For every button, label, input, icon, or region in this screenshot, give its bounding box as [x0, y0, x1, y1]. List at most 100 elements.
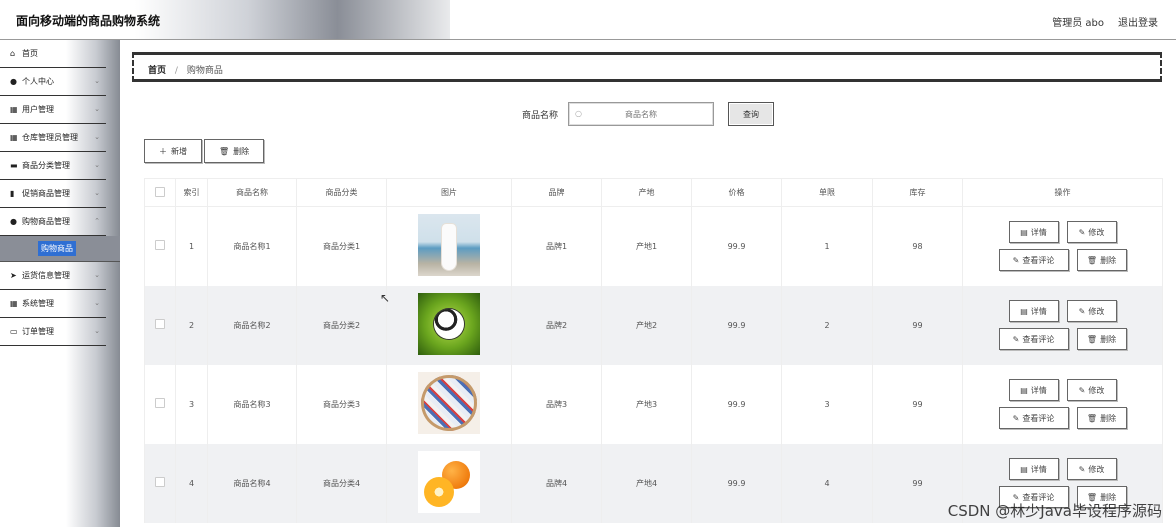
detail-button[interactable]: ▤ 详情 — [1008, 458, 1059, 480]
cell-brand: 品牌4 — [511, 443, 602, 523]
edit-button[interactable]: ✎ 修改 — [1066, 379, 1117, 401]
sidebar-item-orders[interactable]: ▭ 订单管理 ⌄ — [0, 318, 106, 346]
cell-price: 99.9 — [691, 443, 782, 523]
cell-category: 商品分类1 — [296, 206, 387, 286]
sidebar-subitem-label: 购物商品 — [38, 241, 76, 256]
grid-icon: ▦ — [10, 299, 18, 308]
cell-stock: 99 — [872, 364, 963, 444]
sidebar-item-categories[interactable]: ▬ 商品分类管理 ⌄ — [0, 152, 106, 180]
row-checkbox[interactable] — [155, 240, 165, 251]
sidebar-item-label: 运货信息管理 — [22, 271, 70, 280]
sidebar-item-shopping-goods[interactable]: ● 购物商品管理 ⌃ — [0, 208, 106, 236]
soccer-ball-photo[interactable] — [418, 293, 480, 355]
column-header: 图片 — [386, 178, 512, 207]
view-comments-button[interactable]: ✎ 查看评论 — [998, 328, 1069, 350]
detail-button[interactable]: ▤ 详情 — [1008, 300, 1059, 322]
view-comments-button[interactable]: ✎ 查看评论 — [998, 249, 1069, 272]
dress-photo[interactable] — [418, 214, 480, 277]
sidebar-item-home[interactable]: ⌂ 首页 — [0, 40, 106, 68]
watermark: CSDN @林少Java毕设程序源码 — [947, 502, 1162, 520]
column-header: 商品名称 — [207, 178, 297, 207]
sidebar-subitem-shopping-goods[interactable]: 购物商品 — [0, 236, 120, 262]
main-content: 首页 / 购物商品 商品名称 ○ 查询 ＋ 新增 🗑 删除 索引 — [120, 40, 1176, 527]
edit-label: 修改 — [1088, 227, 1105, 237]
folder-icon: ▬ — [10, 161, 18, 170]
pencil-icon: ✎ — [1078, 306, 1086, 316]
search-button[interactable]: 查询 — [728, 102, 774, 126]
breadcrumb-home[interactable]: 首页 — [148, 66, 166, 76]
row-checkbox[interactable] — [155, 477, 165, 487]
mouse-cursor-icon: ↖ — [380, 291, 391, 305]
column-header: 价格 — [691, 178, 782, 207]
edit-button[interactable]: ✎ 修改 — [1066, 221, 1117, 244]
candy-plate-photo[interactable] — [418, 372, 480, 434]
sidebar-item-label: 系统管理 — [22, 299, 54, 308]
cell-index: 3 — [175, 364, 208, 444]
search-input[interactable] — [569, 103, 713, 125]
pencil-icon: ✎ — [1012, 413, 1020, 423]
column-header: 品牌 — [511, 178, 602, 207]
edit-label: 修改 — [1088, 306, 1105, 316]
pencil-icon: ✎ — [1078, 227, 1086, 237]
row-actions: ▤ 详情 ✎ 修改 ✎ 查看评论 🗑 删除 — [963, 300, 1162, 350]
cell-limit: 3 — [781, 364, 873, 444]
trash-icon: 🗑 — [219, 146, 230, 156]
select-all-checkbox[interactable] — [155, 186, 165, 197]
bar-chart-icon: ▮ — [10, 189, 15, 198]
column-header: 单限 — [781, 178, 873, 207]
sidebar-item-profile[interactable]: ● 个人中心 ⌄ — [0, 68, 106, 96]
row-delete-button[interactable]: 🗑 删除 — [1076, 328, 1127, 350]
add-button[interactable]: ＋ 新增 — [144, 139, 202, 163]
breadcrumb: 首页 / 购物商品 — [132, 52, 1162, 82]
cell-limit: 2 — [781, 285, 873, 365]
column-header: 商品分类 — [296, 178, 387, 207]
oranges-photo[interactable] — [418, 451, 480, 513]
cell-price: 99.9 — [691, 285, 782, 365]
view-comments-button[interactable]: ✎ 查看评论 — [998, 407, 1069, 429]
pencil-icon: ✎ — [1078, 464, 1086, 474]
delete-label: 删除 — [1100, 334, 1117, 344]
sidebar-item-label: 商品分类管理 — [22, 161, 70, 170]
cell-name: 商品名称1 — [207, 206, 297, 286]
logout-link[interactable]: 退出登录 — [1118, 14, 1158, 29]
cell-brand: 品牌2 — [511, 285, 602, 365]
row-actions: ▤ 详情 ✎ 修改 ✎ 查看评论 🗑 删除 — [963, 379, 1162, 429]
cell-index: 2 — [175, 285, 208, 365]
row-delete-button[interactable]: 🗑 删除 — [1076, 407, 1127, 429]
detail-button[interactable]: ▤ 详情 — [1008, 379, 1059, 401]
edit-button[interactable]: ✎ 修改 — [1066, 300, 1117, 322]
grid-icon: ▦ — [10, 105, 18, 114]
cell-origin: 产地1 — [601, 206, 692, 286]
top-bar: 面向移动端的商品购物系统 管理员 abo 退出登录 — [0, 0, 1176, 40]
cell-stock: 98 — [872, 206, 963, 286]
detail-button[interactable]: ▤ 详情 — [1008, 221, 1059, 244]
trash-icon: 🗑 — [1086, 334, 1098, 344]
edit-label: 修改 — [1088, 464, 1105, 474]
user-icon: ● — [10, 77, 17, 86]
edit-button[interactable]: ✎ 修改 — [1066, 458, 1117, 480]
chevron-down-icon: ⌄ — [94, 299, 100, 307]
sidebar-item-shipping[interactable]: ➤ 运货信息管理 ⌄ — [0, 262, 106, 290]
row-checkbox[interactable] — [155, 398, 165, 408]
sidebar-item-warehouse-admins[interactable]: ▦ 仓库管理员管理 ⌄ — [0, 124, 106, 152]
sidebar-item-promotions[interactable]: ▮ 促销商品管理 ⌄ — [0, 180, 106, 208]
column-header: 操作 — [962, 178, 1163, 207]
row-delete-button[interactable]: 🗑 删除 — [1076, 249, 1127, 272]
app-title: 面向移动端的商品购物系统 — [0, 0, 450, 39]
document-icon: ▤ — [1020, 464, 1028, 474]
sidebar-item-system[interactable]: ▦ 系统管理 ⌄ — [0, 290, 106, 318]
row-checkbox[interactable] — [155, 319, 165, 329]
trash-icon: 🗑 — [1086, 255, 1098, 265]
document-icon: ▤ — [1020, 227, 1028, 237]
cell-origin: 产地3 — [601, 364, 692, 444]
goods-table: 索引 商品名称 商品分类 图片 品牌 产地 价格 单限 库存 操作 1 商品名称… — [144, 178, 1163, 523]
sidebar-item-label: 仓库管理员管理 — [22, 133, 78, 142]
monitor-icon: ▭ — [10, 327, 18, 336]
sidebar-item-label: 促销商品管理 — [22, 189, 70, 198]
search-bar: 商品名称 ○ 查询 — [120, 101, 1176, 127]
bulk-delete-button[interactable]: 🗑 删除 — [204, 139, 265, 163]
breadcrumb-separator: / — [174, 66, 178, 76]
cell-brand: 品牌1 — [511, 206, 602, 286]
sidebar-item-users[interactable]: ▦ 用户管理 ⌄ — [0, 96, 106, 124]
select-all-checkbox-cell[interactable] — [144, 178, 176, 207]
